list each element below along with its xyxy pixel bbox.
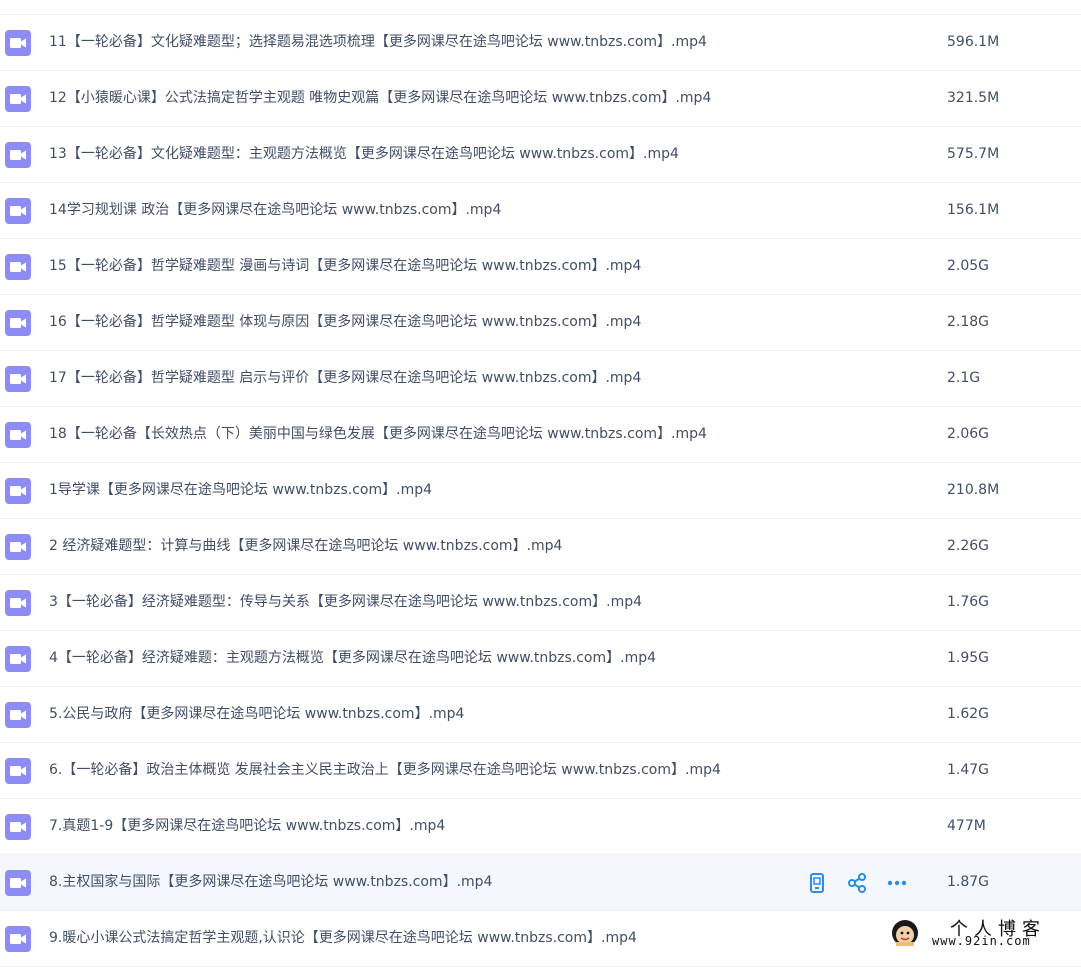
file-name[interactable]: 14学习规划课 政治【更多网课尽在途鸟吧论坛 www.tnbzs.com】.mp… bbox=[49, 183, 501, 238]
file-name[interactable]: 5.公民与政府【更多网课尽在途鸟吧论坛 www.tnbzs.com】.mp4 bbox=[49, 687, 464, 742]
file-size: 2.05G bbox=[947, 258, 990, 274]
video-file-icon bbox=[4, 757, 32, 785]
file-size: 1.47G bbox=[947, 762, 990, 778]
file-row[interactable]: 5.公民与政府【更多网课尽在途鸟吧论坛 www.tnbzs.com】.mp4 1.… bbox=[0, 687, 1081, 743]
more-icon[interactable] bbox=[886, 872, 908, 894]
file-size: 1.62G bbox=[947, 706, 990, 722]
file-size: 321.5M bbox=[947, 90, 1000, 106]
video-file-icon bbox=[4, 421, 32, 449]
file-name[interactable]: 18【一轮必备【长效热点（下）美丽中国与绿色发展【更多网课尽在途鸟吧论坛 www… bbox=[49, 407, 707, 462]
file-size: 156.1M bbox=[947, 202, 1000, 218]
file-name[interactable]: 15【一轮必备】哲学疑难题型 漫画与诗词【更多网课尽在途鸟吧论坛 www.tnb… bbox=[49, 239, 641, 294]
file-row[interactable]: 16【一轮必备】哲学疑难题型 体现与原因【更多网课尽在途鸟吧论坛 www.tnb… bbox=[0, 295, 1081, 351]
file-size: 2.1G bbox=[947, 370, 981, 386]
file-name[interactable]: 3【一轮必备】经济疑难题型：传导与关系【更多网课尽在途鸟吧论坛 www.tnbz… bbox=[49, 575, 642, 630]
file-name[interactable]: 17【一轮必备】哲学疑难题型 启示与评价【更多网课尽在途鸟吧论坛 www.tnb… bbox=[49, 351, 641, 406]
file-row[interactable]: 8.主权国家与国际【更多网课尽在途鸟吧论坛 www.tnbzs.com】.mp4… bbox=[0, 855, 1081, 911]
more-icon bbox=[887, 880, 907, 886]
video-file-icon bbox=[4, 365, 32, 393]
file-size: 575.7M bbox=[947, 146, 1000, 162]
file-size: 2.18G bbox=[947, 314, 990, 330]
video-file-icon bbox=[4, 869, 32, 897]
file-row[interactable]: 4【一轮必备】经济疑难题：主观题方法概览【更多网课尽在途鸟吧论坛 www.tnb… bbox=[0, 631, 1081, 687]
video-file-icon bbox=[4, 701, 32, 729]
file-row[interactable]: 11【一轮必备】文化疑难题型；选择题易混选项梳理【更多网课尽在途鸟吧论坛 www… bbox=[0, 15, 1081, 71]
file-size: 477M bbox=[947, 818, 986, 834]
video-file-icon bbox=[4, 533, 32, 561]
file-row[interactable]: 2 经济疑难题型：计算与曲线【更多网课尽在途鸟吧论坛 www.tnbzs.com… bbox=[0, 519, 1081, 575]
video-file-icon bbox=[4, 589, 32, 617]
file-size: 1.87G bbox=[947, 874, 990, 890]
share-icon[interactable] bbox=[846, 872, 868, 894]
file-name[interactable]: 2 经济疑难题型：计算与曲线【更多网课尽在途鸟吧论坛 www.tnbzs.com… bbox=[49, 519, 562, 574]
watermark: 个人博客 www.92in.com bbox=[886, 912, 1081, 956]
video-file-icon bbox=[4, 141, 32, 169]
file-row[interactable]: 13【一轮必备】文化疑难题型：主观题方法概览【更多网课尽在途鸟吧论坛 www.t… bbox=[0, 127, 1081, 183]
file-name[interactable]: 11【一轮必备】文化疑难题型；选择题易混选项梳理【更多网课尽在途鸟吧论坛 www… bbox=[49, 15, 707, 70]
video-file-icon bbox=[4, 0, 32, 1]
file-name[interactable]: 8.主权国家与国际【更多网课尽在途鸟吧论坛 www.tnbzs.com】.mp4 bbox=[49, 855, 492, 910]
video-file-icon bbox=[4, 813, 32, 841]
row-actions bbox=[806, 872, 908, 894]
file-size: 210.8M bbox=[947, 482, 1000, 498]
file-size: 2.06G bbox=[947, 426, 990, 442]
file-row[interactable]: 1导学课【更多网课尽在途鸟吧论坛 www.tnbzs.com】.mp4 210.8… bbox=[0, 463, 1081, 519]
video-file-icon bbox=[4, 309, 32, 337]
file-row[interactable]: 12【小猿暖心课】公式法搞定哲学主观题 唯物史观篇【更多网课尽在途鸟吧论坛 ww… bbox=[0, 71, 1081, 127]
avatar-icon bbox=[892, 920, 918, 946]
video-file-icon bbox=[4, 645, 32, 673]
file-name[interactable]: 4【一轮必备】经济疑难题：主观题方法概览【更多网课尽在途鸟吧论坛 www.tnb… bbox=[49, 631, 656, 686]
file-row[interactable]: 3【一轮必备】经济疑难题型：传导与关系【更多网课尽在途鸟吧论坛 www.tnbz… bbox=[0, 575, 1081, 631]
video-file-icon bbox=[4, 85, 32, 113]
file-name[interactable]: 1导学课【更多网课尽在途鸟吧论坛 www.tnbzs.com】.mp4 bbox=[49, 463, 432, 518]
file-size: 1.95G bbox=[947, 650, 990, 666]
file-name[interactable]: 9.暖心小课公式法搞定哲学主观题,认识论【更多网课尽在途鸟吧论坛 www.tnb… bbox=[49, 911, 637, 966]
mobile-icon bbox=[810, 873, 824, 893]
file-row[interactable]: 14学习规划课 政治【更多网课尽在途鸟吧论坛 www.tnbzs.com】.mp… bbox=[0, 183, 1081, 239]
file-row[interactable] bbox=[0, 0, 1081, 15]
video-file-icon bbox=[4, 29, 32, 57]
file-row[interactable]: 7.真题1-9【更多网课尽在途鸟吧论坛 www.tnbzs.com】.mp4 47… bbox=[0, 799, 1081, 855]
video-file-icon bbox=[4, 477, 32, 505]
file-row[interactable]: 17【一轮必备】哲学疑难题型 启示与评价【更多网课尽在途鸟吧论坛 www.tnb… bbox=[0, 351, 1081, 407]
mobile-icon[interactable] bbox=[806, 872, 828, 894]
file-row[interactable]: 18【一轮必备【长效热点（下）美丽中国与绿色发展【更多网课尽在途鸟吧论坛 www… bbox=[0, 407, 1081, 463]
file-name[interactable]: 12【小猿暖心课】公式法搞定哲学主观题 唯物史观篇【更多网课尽在途鸟吧论坛 ww… bbox=[49, 71, 711, 126]
file-row[interactable]: 15【一轮必备】哲学疑难题型 漫画与诗词【更多网课尽在途鸟吧论坛 www.tnb… bbox=[0, 239, 1081, 295]
file-size: 1.76G bbox=[947, 594, 990, 610]
file-size: 2.26G bbox=[947, 538, 990, 554]
video-file-icon bbox=[4, 253, 32, 281]
watermark-url: www.92in.com bbox=[932, 934, 1031, 948]
file-row[interactable]: 6.【一轮必备】政治主体概览 发展社会主义民主政治上【更多网课尽在途鸟吧论坛 w… bbox=[0, 743, 1081, 799]
file-name[interactable]: 6.【一轮必备】政治主体概览 发展社会主义民主政治上【更多网课尽在途鸟吧论坛 w… bbox=[49, 743, 721, 798]
share-icon bbox=[848, 873, 866, 893]
file-name[interactable]: 16【一轮必备】哲学疑难题型 体现与原因【更多网课尽在途鸟吧论坛 www.tnb… bbox=[49, 295, 641, 350]
video-file-icon bbox=[4, 197, 32, 225]
file-list: 11【一轮必备】文化疑难题型；选择题易混选项梳理【更多网课尽在途鸟吧论坛 www… bbox=[0, 0, 1081, 967]
file-name[interactable]: 13【一轮必备】文化疑难题型：主观题方法概览【更多网课尽在途鸟吧论坛 www.t… bbox=[49, 127, 679, 182]
file-name[interactable]: 7.真题1-9【更多网课尽在途鸟吧论坛 www.tnbzs.com】.mp4 bbox=[49, 799, 445, 854]
file-size: 596.1M bbox=[947, 34, 1000, 50]
video-file-icon bbox=[4, 925, 32, 953]
